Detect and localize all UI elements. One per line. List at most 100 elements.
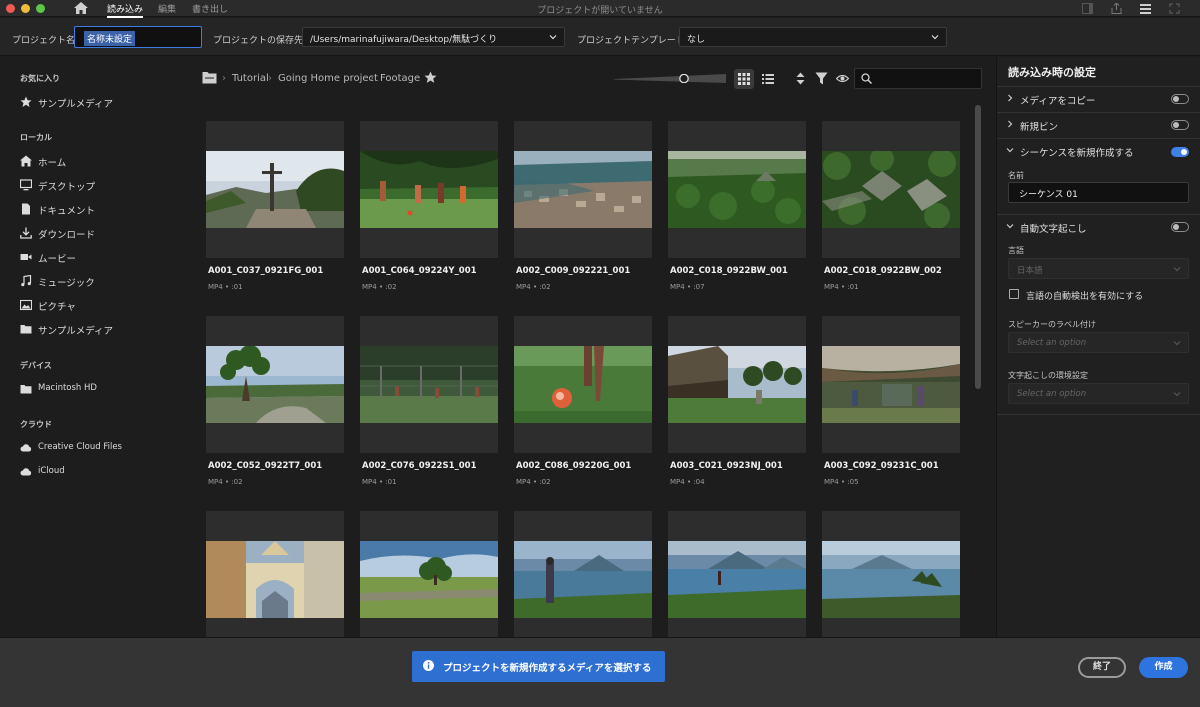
search-input[interactable] xyxy=(877,71,977,86)
new-sequence-row[interactable]: シーケンスを新規作成する xyxy=(997,138,1200,164)
thumbnail-size-slider[interactable] xyxy=(614,74,726,83)
media-tile[interactable]: A002_C018_0922BW_001 MP4 • :07 xyxy=(668,121,806,301)
cloud-icon xyxy=(20,444,32,452)
breadcrumb-item-project[interactable]: Going Home project xyxy=(278,73,378,84)
new-bin-row[interactable]: 新規ビン xyxy=(997,112,1200,138)
sort-icon[interactable] xyxy=(794,72,807,85)
sidebar-item-label: サンプルメディア xyxy=(38,99,114,110)
list-view-button[interactable] xyxy=(758,69,778,89)
star-icon xyxy=(20,96,32,107)
import-settings-title: 読み込み時の設定 xyxy=(1008,66,1096,79)
project-template-label: プロジェクトテンプレート xyxy=(577,36,685,46)
auto-detect-language-label: 言語の自動検出を有効にする xyxy=(1026,292,1144,302)
new-bin-toggle[interactable] xyxy=(1171,120,1189,130)
sidebar-item-icloud[interactable]: iCloud xyxy=(20,465,185,481)
sequence-name-input[interactable]: シーケンス 01 xyxy=(1008,182,1189,203)
media-thumbnail xyxy=(668,541,806,618)
breadcrumb-item-tutorial[interactable]: Tutorial xyxy=(232,73,269,84)
transcription-prefs-select[interactable]: Select an option xyxy=(1008,383,1189,404)
media-tile[interactable] xyxy=(206,511,344,637)
sidebar-item-downloads[interactable]: ダウンロード xyxy=(20,226,185,242)
sidebar-item-pictures[interactable]: ピクチャ xyxy=(20,298,185,314)
media-tile[interactable]: A002_C018_0922BW_002 MP4 • :01 xyxy=(822,121,960,301)
media-tile[interactable] xyxy=(514,511,652,637)
title-bar: 読み込み 編集 書き出し プロジェクトが開いていません xyxy=(0,0,1200,18)
copy-media-toggle[interactable] xyxy=(1171,94,1189,104)
language-label: 言語 xyxy=(1008,246,1024,255)
exit-button[interactable]: 終了 xyxy=(1078,657,1126,678)
sidebar-item-sample-media-favorite[interactable]: サンプルメディア xyxy=(20,95,185,111)
folder-icon xyxy=(20,385,32,394)
sidebar-item-macintosh-hd[interactable]: Macintosh HD xyxy=(20,382,185,398)
grid-view-button[interactable] xyxy=(734,69,754,89)
sidebar-item-documents[interactable]: ドキュメント xyxy=(20,202,185,218)
sidebar-item-movies[interactable]: ムービー xyxy=(20,250,185,266)
media-tile[interactable]: A001_C037_0921FG_001 MP4 • :01 xyxy=(206,121,344,301)
sidebar-item-sample-media[interactable]: サンプルメディア xyxy=(20,322,185,338)
language-select[interactable]: 日本語 xyxy=(1008,258,1189,279)
media-meta: MP4 • :05 xyxy=(824,478,859,486)
project-template-select[interactable]: なし xyxy=(679,27,947,47)
media-tile[interactable]: A002_C009_092221_001 MP4 • :02 xyxy=(514,121,652,301)
eye-icon[interactable] xyxy=(836,72,849,85)
media-thumbnail xyxy=(822,151,960,228)
search-field[interactable] xyxy=(854,68,982,89)
transcription-prefs-placeholder: Select an option xyxy=(1017,389,1087,399)
media-tile[interactable] xyxy=(822,511,960,637)
media-thumbnail xyxy=(822,346,960,423)
favorite-star-icon[interactable] xyxy=(424,71,437,84)
chevron-down-icon xyxy=(1006,148,1014,153)
share-icon[interactable] xyxy=(1111,3,1122,14)
sidebar-item-music[interactable]: ミュージック xyxy=(20,274,185,290)
media-scrollbar[interactable] xyxy=(975,105,981,389)
fullscreen-icon[interactable] xyxy=(1169,3,1180,14)
media-name: A003_C021_0923NJ_001 xyxy=(670,461,783,471)
project-location-value: /Users/marinafujiwara/Desktop/無駄づくり xyxy=(310,35,498,45)
create-button[interactable]: 作成 xyxy=(1139,657,1188,678)
copy-media-row[interactable]: メディアをコピー xyxy=(997,86,1200,112)
media-name: A002_C018_0922BW_001 xyxy=(670,266,788,276)
sidebar-item-creative-cloud-files[interactable]: Creative Cloud Files xyxy=(20,441,185,457)
project-location-label: プロジェクトの保存先 xyxy=(213,36,304,46)
media-tile[interactable]: A001_C064_09224Y_001 MP4 • :02 xyxy=(360,121,498,301)
panel-icon[interactable] xyxy=(1082,3,1093,14)
sidebar-item-label: デスクトップ xyxy=(38,182,96,193)
menu-icon[interactable] xyxy=(1140,3,1151,14)
media-meta: MP4 • :07 xyxy=(670,283,705,291)
document-icon xyxy=(22,203,30,215)
media-thumbnail xyxy=(514,151,652,228)
media-tile[interactable]: A003_C021_0923NJ_001 MP4 • :04 xyxy=(668,316,806,496)
media-name: A002_C009_092221_001 xyxy=(516,266,631,276)
auto-transcribe-label: 自動文字起こし xyxy=(1020,224,1087,235)
chevron-down-icon xyxy=(931,35,939,40)
media-tile[interactable] xyxy=(668,511,806,637)
media-tile[interactable]: A002_C086_09220G_001 MP4 • :02 xyxy=(514,316,652,496)
select-media-message: プロジェクトを新規作成するメディアを選択する xyxy=(412,651,665,682)
sidebar-item-desktop[interactable]: デスクトップ xyxy=(20,178,185,194)
new-sequence-toggle[interactable] xyxy=(1171,147,1189,157)
media-tile[interactable]: A002_C052_0922T7_001 MP4 • :02 xyxy=(206,316,344,496)
folder-icon[interactable] xyxy=(202,71,217,84)
sidebar-item-label: ドキュメント xyxy=(38,206,96,217)
auto-transcribe-row[interactable]: 自動文字起こし xyxy=(997,214,1200,240)
sequence-name-value: シーケンス 01 xyxy=(1019,190,1078,200)
speaker-label-select[interactable]: Select an option xyxy=(1008,332,1189,353)
new-sequence-label: シーケンスを新規作成する xyxy=(1020,148,1134,159)
auto-transcribe-toggle[interactable] xyxy=(1171,222,1189,232)
chevron-down-icon xyxy=(1006,224,1014,229)
media-tile[interactable]: A003_C092_09231C_001 MP4 • :05 xyxy=(822,316,960,496)
desktop-icon xyxy=(20,179,32,191)
chevron-right-icon xyxy=(1008,94,1013,102)
auto-detect-language-checkbox[interactable] xyxy=(1009,289,1019,299)
picture-icon xyxy=(20,299,32,311)
media-name: A002_C018_0922BW_002 xyxy=(824,266,942,276)
breadcrumb-item-footage[interactable]: Footage xyxy=(380,73,420,84)
sequence-name-label: 名前 xyxy=(1008,171,1024,180)
project-name-input[interactable]: 名称未設定 xyxy=(74,26,202,48)
sidebar-item-home[interactable]: ホーム xyxy=(20,154,185,170)
media-tile[interactable]: A002_C076_0922S1_001 MP4 • :01 xyxy=(360,316,498,496)
project-location-select[interactable]: /Users/marinafujiwara/Desktop/無駄づくり xyxy=(302,27,565,47)
filter-icon[interactable] xyxy=(815,72,828,85)
sidebar-item-label: Creative Cloud Files xyxy=(38,442,122,452)
media-tile[interactable] xyxy=(360,511,498,637)
